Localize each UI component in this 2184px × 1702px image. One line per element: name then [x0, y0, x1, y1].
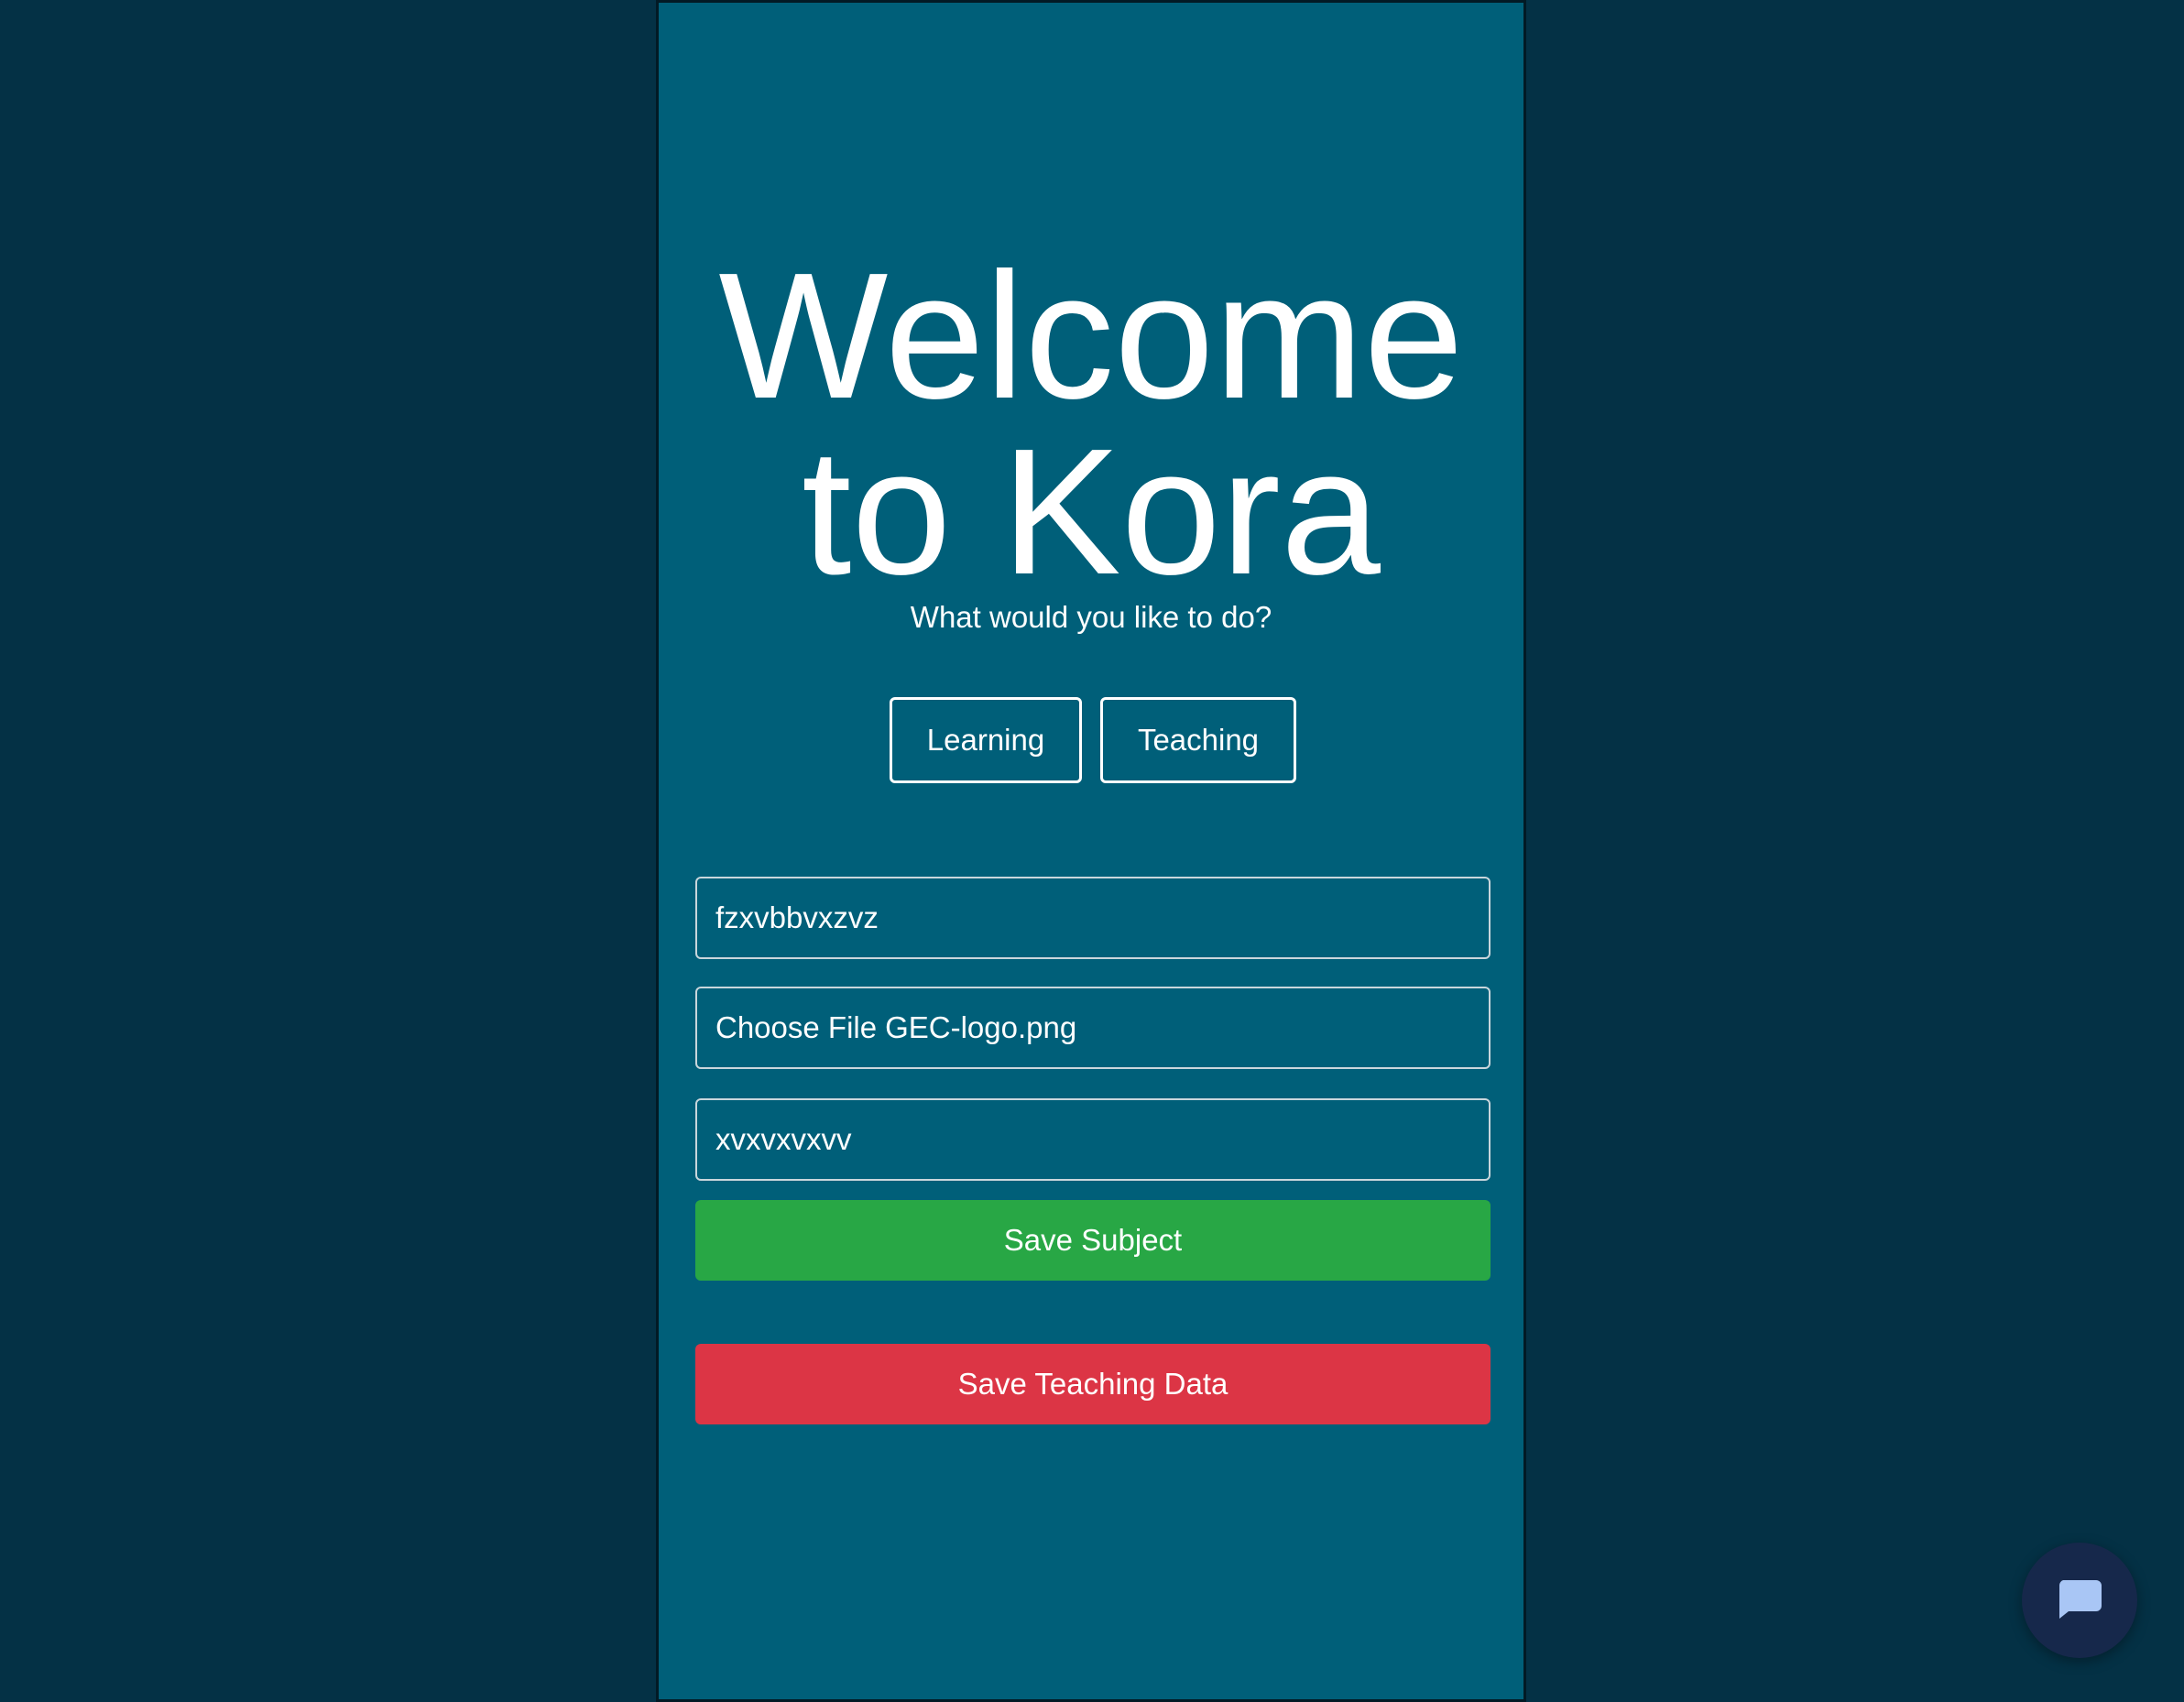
page-title: Welcome to Kora — [659, 246, 1523, 602]
choose-file-button[interactable]: Choose File — [715, 1010, 877, 1045]
file-input[interactable]: Choose File GEC-logo.png — [695, 987, 1491, 1069]
save-teaching-data-button[interactable]: Save Teaching Data — [695, 1344, 1491, 1424]
chat-bubble-icon — [2058, 1580, 2102, 1619]
description-input[interactable] — [695, 1098, 1491, 1181]
chat-button[interactable] — [2022, 1543, 2137, 1658]
save-subject-button[interactable]: Save Subject — [695, 1200, 1491, 1281]
title-line-2: to Kora — [802, 411, 1381, 612]
subject-input[interactable] — [695, 877, 1491, 959]
learning-button[interactable]: Learning — [890, 697, 1082, 783]
file-name-label: GEC-logo.png — [885, 1010, 1077, 1044]
page-subtitle: What would you like to do? — [910, 600, 1272, 634]
main-panel: Welcome to Kora What would you like to d… — [656, 0, 1526, 1702]
teaching-button[interactable]: Teaching — [1100, 697, 1296, 783]
title-line-1: Welcome — [718, 235, 1464, 436]
